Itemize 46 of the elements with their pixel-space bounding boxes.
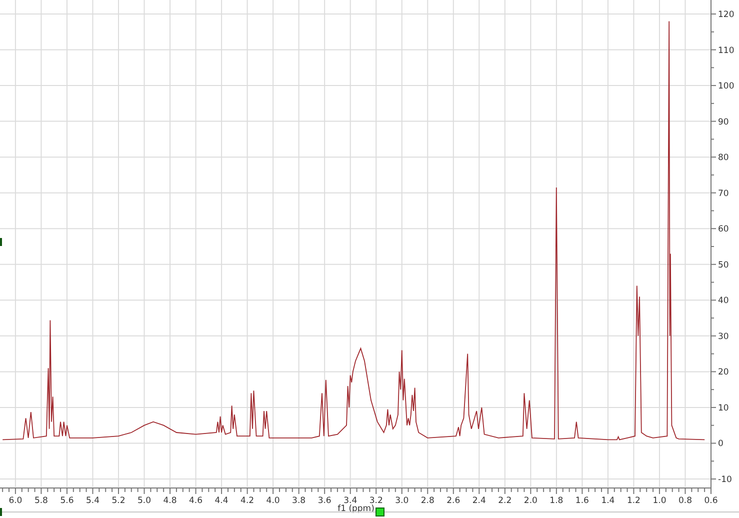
x-tick-label: 1.6 xyxy=(575,496,589,506)
x-tick-label: 4.4 xyxy=(214,496,228,506)
x-tick-label: 2.4 xyxy=(472,496,486,506)
x-tick-label: 2.0 xyxy=(524,496,538,506)
cursor-handle[interactable] xyxy=(376,508,384,516)
x-tick-label: 4.2 xyxy=(240,496,254,506)
x-tick-label: 3.8 xyxy=(292,496,306,506)
x-tick-label: 2.8 xyxy=(420,496,434,506)
y-tick-label: 10 xyxy=(718,403,729,414)
x-tick-label: 1.8 xyxy=(550,496,564,506)
y-tick-label: 100 xyxy=(718,82,734,92)
marker-handle[interactable] xyxy=(0,238,2,246)
x-tick-label: 1.4 xyxy=(601,496,615,506)
y-tick-label: 30 xyxy=(718,332,729,342)
y-tick-label: -10 xyxy=(718,475,732,485)
x-tick-label: 0.6 xyxy=(704,496,718,506)
x-tick-label: 2.6 xyxy=(446,496,460,506)
x-tick-label: 5.0 xyxy=(138,496,152,506)
y-tick-label: 80 xyxy=(718,153,729,164)
y-tick-label: 40 xyxy=(718,296,729,306)
y-tick-label: 110 xyxy=(718,46,734,56)
y-tick-label: 70 xyxy=(718,188,729,199)
x-tick-label: 4.0 xyxy=(266,496,280,506)
x-tick-label: 3.2 xyxy=(369,496,383,506)
y-tick-label: 20 xyxy=(718,368,729,378)
x-tick-label: 5.8 xyxy=(34,496,48,506)
x-tick-label: 3.0 xyxy=(395,496,409,506)
x-tick-label: 4.6 xyxy=(189,496,203,506)
x-tick-label: 1.2 xyxy=(626,496,640,506)
y-tick-label: 120 xyxy=(718,10,734,20)
x-tick-label: 0.8 xyxy=(678,496,692,506)
x-tick-label: 4.8 xyxy=(163,496,177,506)
x-tick-label: 2.2 xyxy=(498,496,512,506)
y-tick-label: 60 xyxy=(718,224,729,235)
marker-handle[interactable] xyxy=(0,508,2,516)
x-tick-label: 5.4 xyxy=(86,496,100,506)
y-tick-label: 0 xyxy=(718,439,724,450)
y-tick-label: 50 xyxy=(718,260,729,270)
x-tick-label: 3.6 xyxy=(318,496,332,506)
x-axis-title: f1 (ppm) xyxy=(338,504,374,514)
x-tick-label: 5.6 xyxy=(60,496,74,506)
x-tick-label: 6.0 xyxy=(8,496,22,506)
y-tick-label: 90 xyxy=(718,117,729,128)
x-tick-label: 5.2 xyxy=(112,496,126,506)
x-tick-label: 3.4 xyxy=(344,496,358,506)
x-tick-label: 1.0 xyxy=(652,496,666,506)
